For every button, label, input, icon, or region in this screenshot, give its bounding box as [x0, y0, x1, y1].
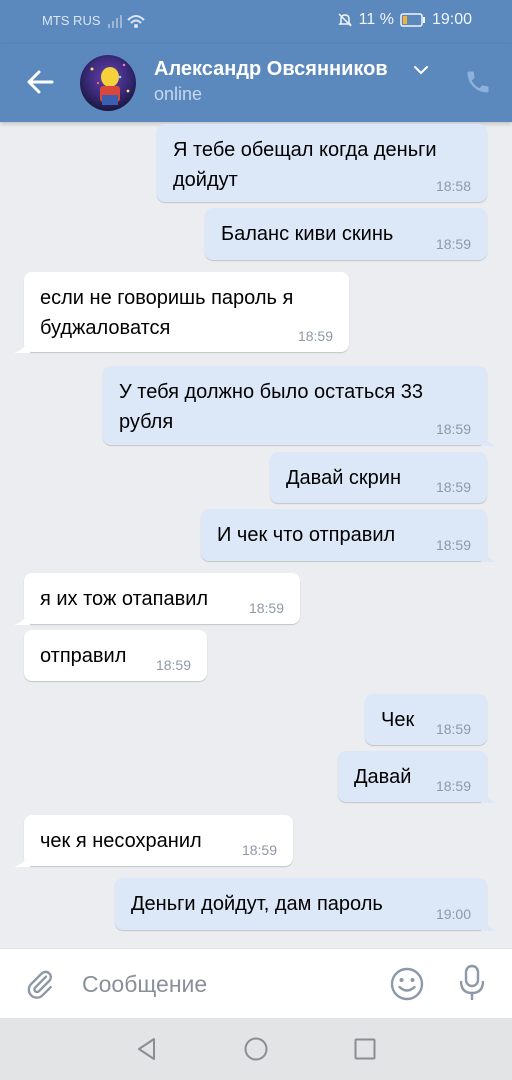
outgoing-message[interactable]: И чек что отправил 18:59 — [201, 509, 497, 562]
system-nav-bar — [0, 1018, 512, 1080]
message-time: 18:59 — [241, 842, 277, 858]
message-time: 18:59 — [248, 600, 284, 616]
outgoing-message[interactable]: Чек 18:59 — [365, 694, 487, 745]
bubble-tail — [14, 609, 30, 625]
incoming-message[interactable]: я их тож отапавил 18:59 — [14, 573, 300, 625]
battery-percent: 11 % — [358, 11, 394, 28]
incoming-message[interactable]: если не говоришь пароль я буджаловатся 1… — [14, 272, 349, 353]
signal-wifi-icon — [108, 15, 145, 28]
phone-icon[interactable] — [464, 68, 492, 96]
message-text-line: Деньги дойдут, дам пароль — [131, 893, 383, 915]
message-time: 18:59 — [435, 236, 471, 252]
message-time: 18:59 — [435, 479, 471, 495]
microphone-icon[interactable] — [456, 963, 488, 1003]
message-text-line: У тебя должно было остаться 33 — [119, 381, 423, 403]
bubble-tail — [14, 337, 30, 353]
bubble-tail — [481, 915, 497, 931]
outgoing-message[interactable]: У тебя должно было остаться 33 рубля 18:… — [103, 366, 497, 446]
message-text-line: рубля — [119, 411, 174, 433]
carrier-label: MTS RUS — [42, 13, 101, 28]
outgoing-message[interactable]: Я тебе обещал когда деньги дойдут 18:58 — [157, 124, 487, 202]
arrow-left-icon[interactable] — [24, 66, 56, 98]
avatar-image — [80, 55, 136, 111]
message-text-line: И чек что отправил — [217, 524, 396, 546]
triangle-back-icon[interactable] — [134, 1036, 160, 1062]
message-time: 18:58 — [435, 178, 471, 194]
battery-icon — [400, 13, 425, 27]
outgoing-message[interactable]: Давай скрин 18:59 — [270, 452, 487, 503]
message-time: 18:59 — [435, 421, 471, 437]
message-text-line: Я тебе обещал когда деньги — [173, 139, 437, 161]
bubble-tail — [481, 430, 497, 446]
message-time: 18:59 — [297, 328, 333, 344]
message-input[interactable]: Сообщение — [82, 971, 207, 998]
message-composer: Сообщение — [0, 948, 512, 1019]
message-text-line: я их тож отапавил — [40, 588, 209, 610]
message-time: 18:59 — [155, 657, 191, 673]
bubble-tail — [481, 546, 497, 562]
message-list[interactable]: Я тебе обещал когда деньги дойдут 18:58 … — [0, 122, 512, 948]
contact-name[interactable]: Александр Овсянников — [154, 58, 388, 81]
incoming-message[interactable]: отправил 18:59 — [24, 630, 207, 681]
message-time: 18:59 — [435, 721, 471, 737]
bubble-tail — [481, 787, 497, 803]
outgoing-message[interactable]: Деньги дойдут, дам пароль 19:00 — [115, 878, 497, 931]
status-bar: MTS RUS 11 % 19:00 — [0, 0, 512, 44]
presence-status: online — [154, 84, 203, 104]
bubble-tail — [14, 851, 30, 867]
message-text-line: если не говоришь пароль я — [40, 287, 294, 309]
clock: 19:00 — [431, 11, 472, 28]
message-text-line: Баланс киви скинь — [221, 223, 394, 245]
message-time: 18:59 — [435, 537, 471, 553]
message-text-line: дойдут — [173, 169, 238, 191]
smiley-icon[interactable] — [389, 966, 425, 1002]
paperclip-icon[interactable] — [24, 966, 56, 1002]
message-time: 18:59 — [435, 778, 471, 794]
avatar[interactable] — [80, 55, 136, 111]
chat-header: Александр Овсянников online — [0, 44, 512, 122]
chevron-down-icon[interactable] — [413, 65, 429, 75]
square-recents-icon[interactable] — [352, 1036, 378, 1062]
message-text-line: буджаловатся — [40, 317, 171, 339]
incoming-message[interactable]: чек я несохранил 18:59 — [14, 815, 293, 867]
message-time: 19:00 — [435, 906, 471, 922]
outgoing-message[interactable]: Давай 18:59 — [338, 751, 497, 803]
circle-home-icon[interactable] — [243, 1036, 269, 1062]
mute-bell-icon — [337, 13, 352, 27]
outgoing-message[interactable]: Баланс киви скинь 18:59 — [205, 208, 487, 260]
